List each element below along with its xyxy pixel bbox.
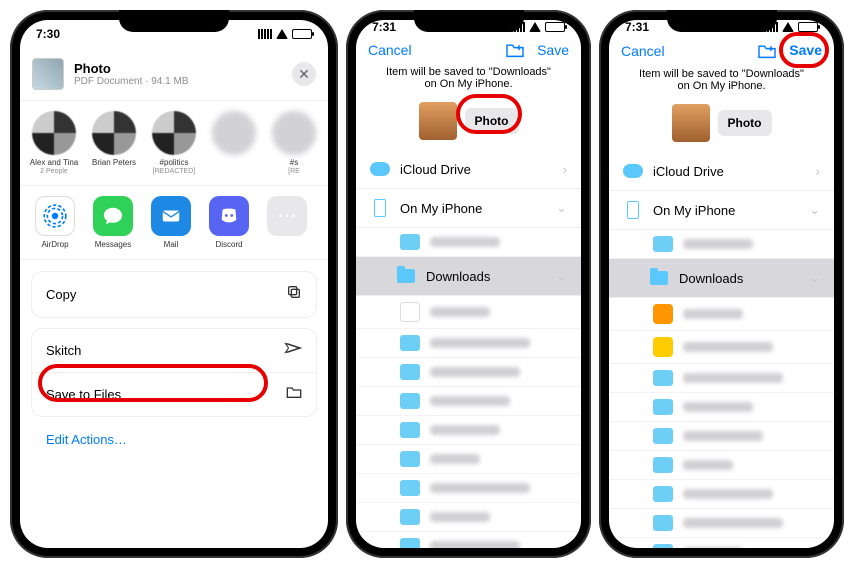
file-thumbnail bbox=[419, 102, 457, 140]
folder-item[interactable] bbox=[609, 364, 834, 393]
more-icon: ⋯ bbox=[267, 196, 307, 236]
phone-2: 7:31 Cancel Save Item will be saved to "… bbox=[346, 10, 591, 558]
chevron-down-icon: ⌄ bbox=[556, 200, 567, 216]
chevron-down-icon: ⌄ bbox=[556, 268, 567, 284]
file-subtitle: PDF Document · 94.1 MB bbox=[74, 76, 282, 87]
mail-icon bbox=[151, 196, 191, 236]
chevron-right-icon: › bbox=[816, 164, 820, 179]
save-info: Item will be saved to "Downloads" on On … bbox=[609, 68, 834, 100]
airdrop-app[interactable]: AirDrop bbox=[32, 196, 78, 249]
signal-icon bbox=[258, 29, 272, 39]
folder-item[interactable] bbox=[356, 329, 581, 358]
folder-item[interactable] bbox=[356, 416, 581, 445]
location-list: iCloud Drive › On My iPhone ⌄ Downloads … bbox=[609, 152, 834, 548]
battery-icon bbox=[798, 22, 818, 32]
contact-item[interactable]: #politics [REDACTED] bbox=[148, 111, 200, 175]
folder-item[interactable] bbox=[609, 480, 834, 509]
phone-icon bbox=[627, 201, 639, 219]
discord-icon bbox=[209, 196, 249, 236]
mail-app[interactable]: Mail bbox=[148, 196, 194, 249]
folder-icon bbox=[286, 385, 302, 404]
folder-item[interactable] bbox=[356, 358, 581, 387]
downloads-folder[interactable]: Downloads ⌄ bbox=[609, 259, 834, 298]
notch bbox=[119, 10, 229, 32]
folder-item[interactable] bbox=[609, 393, 834, 422]
notch bbox=[414, 10, 524, 32]
share-sheet-header: Photo PDF Document · 94.1 MB ✕ bbox=[20, 48, 328, 101]
filename-input[interactable]: Photo bbox=[465, 108, 519, 134]
file-thumbnail bbox=[32, 58, 64, 90]
messages-icon bbox=[93, 196, 133, 236]
downloads-folder[interactable]: Downloads ⌄ bbox=[356, 257, 581, 296]
skitch-action[interactable]: Skitch bbox=[32, 329, 316, 373]
battery-icon bbox=[545, 22, 565, 32]
folder-item[interactable] bbox=[356, 503, 581, 532]
folder-item[interactable] bbox=[609, 298, 834, 331]
battery-icon bbox=[292, 29, 312, 39]
copy-icon bbox=[286, 284, 302, 305]
folder-item[interactable] bbox=[609, 230, 834, 259]
folder-item[interactable] bbox=[356, 296, 581, 329]
on-my-iphone-location[interactable]: On My iPhone ⌄ bbox=[609, 191, 834, 230]
copy-action[interactable]: Copy bbox=[32, 272, 316, 317]
discord-app[interactable]: Discord bbox=[206, 196, 252, 249]
contact-item[interactable] bbox=[208, 111, 260, 175]
wifi-icon bbox=[276, 29, 288, 39]
file-thumbnail bbox=[672, 104, 710, 142]
cancel-button[interactable]: Cancel bbox=[368, 42, 412, 58]
close-button[interactable]: ✕ bbox=[292, 62, 316, 86]
filename-input[interactable]: Photo bbox=[718, 110, 772, 136]
save-button[interactable]: Save bbox=[789, 42, 822, 58]
file-title: Photo bbox=[74, 61, 282, 76]
save-button[interactable]: Save bbox=[537, 42, 569, 58]
folder-item[interactable] bbox=[609, 538, 834, 548]
status-time: 7:30 bbox=[36, 27, 60, 41]
contact-item[interactable]: #s [RE bbox=[268, 111, 320, 175]
contact-item[interactable]: Brian Peters bbox=[88, 111, 140, 175]
airdrop-icon bbox=[35, 196, 75, 236]
on-my-iphone-location[interactable]: On My iPhone ⌄ bbox=[356, 189, 581, 228]
apps-row: AirDrop Messages Mail Discord bbox=[20, 185, 328, 260]
phone-3: 7:31 Cancel Save Item will be saved to "… bbox=[599, 10, 844, 558]
wifi-icon bbox=[782, 22, 794, 32]
more-apps[interactable]: ⋯ bbox=[264, 196, 310, 249]
contact-item[interactable]: Alex and Tina 2 People bbox=[28, 111, 80, 175]
edit-actions-link[interactable]: Edit Actions… bbox=[32, 428, 316, 451]
messages-app[interactable]: Messages bbox=[90, 196, 136, 249]
save-info: Item will be saved to "Downloads" on On … bbox=[356, 66, 581, 98]
cloud-icon bbox=[623, 164, 643, 178]
folder-item[interactable] bbox=[609, 509, 834, 538]
icloud-drive-location[interactable]: iCloud Drive › bbox=[609, 152, 834, 191]
location-list: iCloud Drive › On My iPhone ⌄ Downloads … bbox=[356, 150, 581, 548]
status-time: 7:31 bbox=[372, 20, 396, 34]
notch bbox=[667, 10, 777, 32]
cloud-icon bbox=[370, 162, 390, 176]
wifi-icon bbox=[529, 22, 541, 32]
folder-item[interactable] bbox=[609, 422, 834, 451]
folder-item[interactable] bbox=[356, 532, 581, 548]
folder-item[interactable] bbox=[356, 474, 581, 503]
skitch-icon bbox=[284, 341, 302, 360]
folder-item[interactable] bbox=[356, 228, 581, 257]
new-folder-icon[interactable] bbox=[757, 43, 777, 59]
cancel-button[interactable]: Cancel bbox=[621, 43, 665, 59]
folder-item[interactable] bbox=[609, 451, 834, 480]
folder-icon bbox=[650, 271, 668, 285]
folder-item[interactable] bbox=[356, 445, 581, 474]
status-time: 7:31 bbox=[625, 20, 649, 34]
save-to-files-action[interactable]: Save to Files bbox=[32, 373, 316, 416]
phone-1: 7:30 Photo PDF Document · 94.1 MB ✕ Alex… bbox=[10, 10, 338, 558]
folder-icon bbox=[397, 269, 415, 283]
icloud-drive-location[interactable]: iCloud Drive › bbox=[356, 150, 581, 189]
chevron-down-icon: ⌄ bbox=[809, 270, 820, 286]
phone-icon bbox=[374, 199, 386, 217]
chevron-down-icon: ⌄ bbox=[809, 202, 820, 218]
contacts-row: Alex and Tina 2 People Brian Peters #pol… bbox=[20, 101, 328, 185]
folder-item[interactable] bbox=[356, 387, 581, 416]
folder-item[interactable] bbox=[609, 331, 834, 364]
chevron-right-icon: › bbox=[563, 162, 567, 177]
new-folder-icon[interactable] bbox=[505, 42, 525, 58]
